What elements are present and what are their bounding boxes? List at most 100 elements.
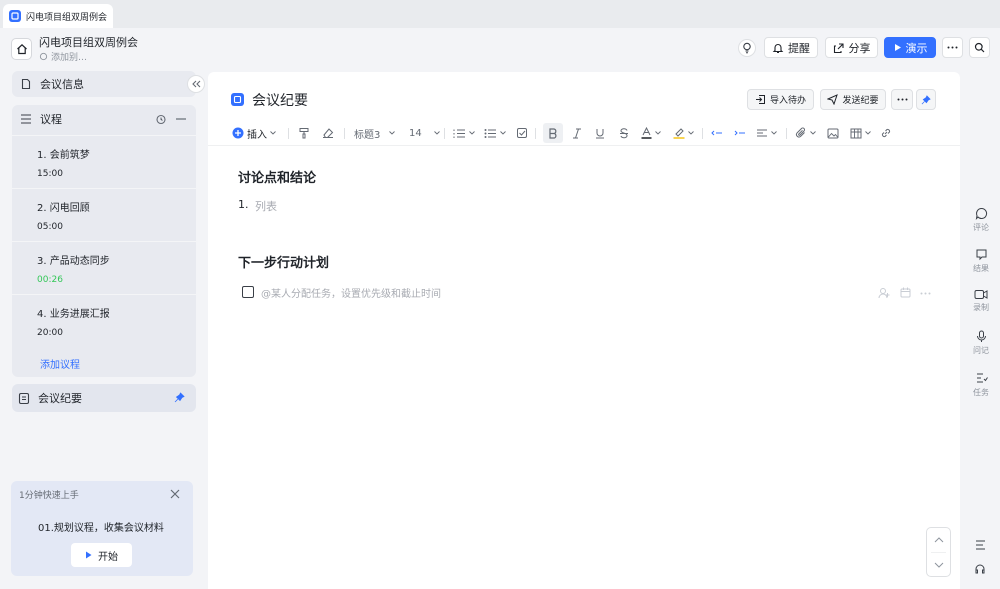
task-checkbox[interactable] [242,286,254,298]
paperclip-icon [796,127,805,138]
start-button[interactable]: 开始 [71,543,132,567]
attachment-button[interactable] [795,123,816,143]
outline-icon[interactable] [975,540,986,550]
italic-button[interactable] [570,123,584,143]
chevron-down-icon [500,131,506,135]
indent-button[interactable] [733,123,747,143]
link-icon [881,128,891,138]
agenda-item[interactable]: 4. 业务进展汇报 20:00 [12,294,196,346]
underline-button[interactable] [593,123,607,143]
indent-icon [734,130,745,136]
meeting-info-item[interactable]: 会议信息 [12,71,196,97]
bold-button[interactable] [543,123,563,143]
search-button[interactable] [969,37,990,58]
tab-label: 闪电项目组双周例会 [26,12,108,23]
rail-notes[interactable]: 问记 [962,330,1000,356]
strikethrough-icon [620,127,628,138]
list-placeholder[interactable]: 列表 [255,198,277,214]
highlight-button[interactable] [673,123,694,143]
task-icon [976,373,988,383]
doc-pin-button[interactable] [916,89,936,110]
headset-icon[interactable] [974,563,986,575]
result-icon [976,249,986,261]
bold-icon [549,127,557,139]
chevron-down-icon [810,131,816,135]
chevron-down-icon[interactable] [934,562,944,568]
assign-user-icon[interactable] [878,287,890,299]
toolbar-divider [444,128,445,139]
send-notes-button[interactable]: 发送纪要 [820,89,886,110]
task-list-button[interactable] [515,123,529,143]
meeting-subtitle[interactable]: 添加别… [39,50,87,63]
more-icon[interactable] [920,292,931,295]
rail-tasks[interactable]: 任务 [962,372,1000,398]
toolbar-divider [702,128,703,139]
calendar-icon[interactable] [900,287,911,298]
collapse-agenda-icon[interactable] [176,118,186,120]
import-todo-button[interactable]: 导入待办 [747,89,814,110]
agenda-item[interactable]: 1. 会前筑梦 15:00 [12,135,196,187]
plus-circle-icon [232,127,244,139]
notes-icon [18,392,30,404]
add-agenda-link[interactable]: 添加议程 [40,356,80,371]
tab-meeting[interactable]: 闪电项目组双周例会 [3,4,113,28]
image-button[interactable] [826,123,840,143]
present-button[interactable]: 演示 [884,37,936,58]
tab-bar: 闪电项目组双周例会 [0,0,1000,28]
format-painter-button[interactable] [296,123,312,143]
rail-record[interactable]: 录制 [962,289,1000,313]
close-icon[interactable] [170,489,180,499]
ordered-list-icon [453,129,465,138]
toolbar-divider [288,128,289,139]
list-icon [21,114,31,124]
double-chevron-left-icon [191,80,200,88]
format-toolbar: 插入 标题3 14 [208,120,960,146]
timer-icon[interactable] [155,113,167,125]
pin-icon[interactable] [174,392,185,403]
chevron-down-icon [688,131,694,135]
pin-icon [921,94,931,104]
font-color-button[interactable] [641,123,661,143]
checkbox-icon [517,128,527,138]
section-heading[interactable]: 讨论点和结论 [238,167,316,186]
link-button[interactable] [879,123,893,143]
table-button[interactable] [850,123,871,143]
clear-format-button[interactable] [320,123,336,143]
strikethrough-button[interactable] [617,123,631,143]
heading-select[interactable]: 标题3 [354,123,396,143]
bullet-list-button[interactable] [484,123,506,143]
agenda-item[interactable]: 2. 闪电回顾 05:00 [12,188,196,240]
chevron-down-icon [865,131,871,135]
eraser-icon [323,128,334,138]
collapse-sidebar-button[interactable] [187,75,205,93]
document-icon [21,78,31,90]
task-placeholder[interactable]: @某人分配任务，设置优先级和截止时间 [261,285,441,300]
microphone-icon [976,330,986,342]
align-button[interactable] [756,123,777,143]
rail-results[interactable]: 结果 [962,248,1000,274]
rail-comments[interactable]: 评论 [962,207,1000,233]
home-button[interactable] [11,38,32,60]
ordered-list-button[interactable] [453,123,475,143]
section-heading[interactable]: 下一步行动计划 [238,252,329,271]
agenda-item[interactable]: 3. 产品动态同步 00:26 [12,241,196,293]
more-button[interactable] [942,37,963,58]
share-button[interactable]: 分享 [825,37,878,58]
bullet-list-icon [484,128,496,138]
agenda-panel: 议程 1. 会前筑梦 15:00 2. 闪电回顾 05:00 3. 产品动态同步… [12,105,196,377]
refresh-icon [39,52,48,61]
outdent-button[interactable] [710,123,724,143]
assistant-icon[interactable] [738,39,756,57]
font-size-select[interactable]: 14 [409,123,440,143]
chevron-up-icon[interactable] [934,537,944,543]
highlighter-icon [673,128,685,139]
doc-title[interactable]: 会议纪要 [252,90,308,110]
meeting-title[interactable]: 闪电项目组双周例会 [39,34,138,50]
chevron-down-icon [469,131,475,135]
doc-more-button[interactable] [891,89,913,110]
insert-button[interactable]: 插入 [232,123,276,143]
remind-button[interactable]: 提醒 [764,37,818,58]
outdent-icon [711,130,722,136]
meeting-notes-item[interactable]: 会议纪要 [12,384,196,412]
play-icon [894,44,901,51]
